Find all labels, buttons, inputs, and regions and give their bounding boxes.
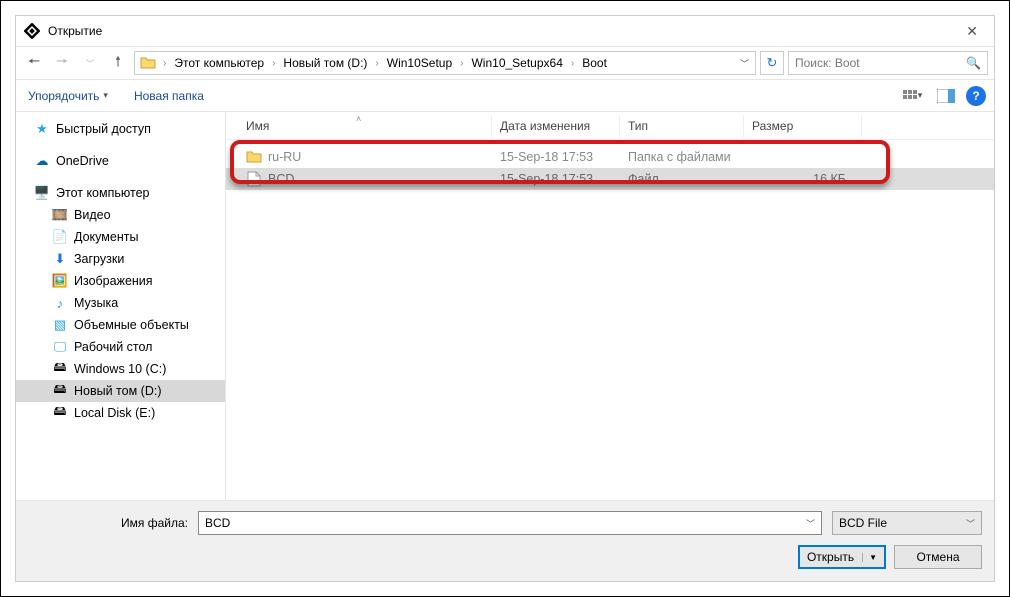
video-icon: 🎞️	[52, 207, 68, 223]
preview-pane-button[interactable]	[932, 85, 960, 107]
quick-access-node[interactable]: ★ Быстрый доступ	[16, 118, 225, 140]
toolbar: Упорядочить ▾ Новая папка ▾ ?	[16, 80, 994, 112]
address-dropdown[interactable]: ﹀	[740, 57, 749, 70]
chevron-right-icon[interactable]: ›	[161, 58, 168, 69]
pc-icon: 🖥️	[34, 185, 50, 201]
drive-d-node[interactable]: 🖴 Новый том (D:)	[16, 380, 225, 402]
navigation-bar: 🠔 🠖 ﹀ 🠕 › Этот компьютер › Новый том (D:…	[16, 46, 994, 80]
onedrive-node[interactable]: ☁ OneDrive	[16, 150, 225, 172]
refresh-button[interactable]: ↻	[760, 51, 784, 75]
pictures-node[interactable]: 🖼️ Изображения	[16, 270, 225, 292]
chevron-down-icon: ﹀	[806, 517, 815, 530]
music-node[interactable]: ♪ Музыка	[16, 292, 225, 314]
chevron-right-icon[interactable]: ›	[569, 58, 576, 69]
this-pc-node[interactable]: 🖥️ Этот компьютер	[16, 182, 225, 204]
column-type[interactable]: Тип	[620, 115, 744, 137]
file-icon	[246, 171, 262, 187]
drive-icon: 🖴	[52, 361, 68, 377]
document-icon: 📄	[52, 229, 68, 245]
chevron-down-icon: ▾	[918, 90, 923, 101]
dialog-footer: Имя файла: BCD ﹀ BCD File ﹀ Открыть ▼ От…	[16, 500, 994, 581]
drive-icon: 🖴	[52, 383, 68, 399]
split-dropdown-icon[interactable]: ▼	[862, 553, 877, 562]
drive-icon: 🖴	[52, 405, 68, 421]
search-input[interactable]: Поиск: Boot 🔍	[788, 51, 988, 75]
search-icon: 🔍	[966, 56, 981, 70]
file-row[interactable]: BCD 15-Sep-18 17:53 Файл 16 КБ	[226, 168, 994, 190]
star-icon: ★	[34, 121, 50, 137]
app-icon	[24, 23, 40, 39]
videos-node[interactable]: 🎞️ Видео	[16, 204, 225, 226]
forward-button[interactable]: 🠖	[50, 51, 74, 75]
new-folder-button[interactable]: Новая папка	[130, 87, 208, 105]
column-name[interactable]: Имя ˄	[238, 115, 492, 137]
filename-input[interactable]: BCD ﹀	[198, 511, 822, 535]
up-button[interactable]: 🠕	[106, 51, 130, 75]
breadcrumb-segment[interactable]: Новый том (D:)	[277, 54, 373, 72]
column-date[interactable]: Дата изменения	[492, 115, 620, 137]
breadcrumb-segment[interactable]: Win10Setup	[381, 54, 458, 72]
folder-row[interactable]: ru-RU 15-Sep-18 17:53 Папка с файлами	[226, 146, 994, 168]
3d-objects-node[interactable]: ▧ Объемные объекты	[16, 314, 225, 336]
address-bar[interactable]: › Этот компьютер › Новый том (D:) › Win1…	[134, 51, 756, 75]
navigation-tree: ★ Быстрый доступ ☁ OneDrive 🖥️ Этот комп…	[16, 112, 226, 500]
desktop-node[interactable]: 🖵 Рабочий стол	[16, 336, 225, 358]
organize-button[interactable]: Упорядочить ▾	[24, 87, 112, 105]
music-icon: ♪	[52, 295, 68, 311]
chevron-down-icon: ﹀	[966, 517, 975, 530]
filetype-select[interactable]: BCD File ﹀	[832, 511, 982, 535]
help-button[interactable]: ?	[966, 86, 986, 106]
cancel-button[interactable]: Отмена	[894, 545, 982, 569]
folder-icon	[139, 54, 157, 72]
drive-c-node[interactable]: 🖴 Windows 10 (C:)	[16, 358, 225, 380]
file-list-pane: Имя ˄ Дата изменения Тип Размер ru-RU	[226, 112, 994, 500]
drive-e-node[interactable]: 🖴 Local Disk (E:)	[16, 402, 225, 424]
sort-indicator-icon: ˄	[356, 114, 361, 124]
recent-dropdown[interactable]: ﹀	[78, 51, 102, 75]
breadcrumb-segment[interactable]: Win10_Setupx64	[465, 54, 568, 72]
documents-node[interactable]: 📄 Документы	[16, 226, 225, 248]
cube-icon: ▧	[52, 317, 68, 333]
close-button[interactable]: ✕	[958, 19, 986, 44]
filename-label: Имя файла:	[28, 516, 188, 530]
column-headers: Имя ˄ Дата изменения Тип Размер	[226, 112, 994, 140]
column-size[interactable]: Размер	[744, 115, 862, 137]
title-bar: Открытие ✕	[16, 16, 994, 46]
chevron-right-icon[interactable]: ›	[270, 58, 277, 69]
search-placeholder: Поиск: Boot	[795, 56, 860, 70]
chevron-right-icon[interactable]: ›	[373, 58, 380, 69]
picture-icon: 🖼️	[52, 273, 68, 289]
desktop-icon: 🖵	[52, 339, 68, 355]
breadcrumb-segment[interactable]: Boot	[576, 54, 613, 72]
cloud-icon: ☁	[34, 153, 50, 169]
downloads-node[interactable]: ⬇ Загрузки	[16, 248, 225, 270]
open-button[interactable]: Открыть ▼	[798, 545, 886, 569]
chevron-right-icon[interactable]: ›	[458, 58, 465, 69]
chevron-down-icon: ▾	[103, 90, 108, 101]
breadcrumb-segment[interactable]: Этот компьютер	[168, 54, 270, 72]
folder-icon	[246, 149, 262, 165]
back-button[interactable]: 🠔	[22, 51, 46, 75]
download-icon: ⬇	[52, 251, 68, 267]
window-title: Открытие	[48, 24, 102, 38]
view-mode-button[interactable]: ▾	[898, 85, 926, 107]
